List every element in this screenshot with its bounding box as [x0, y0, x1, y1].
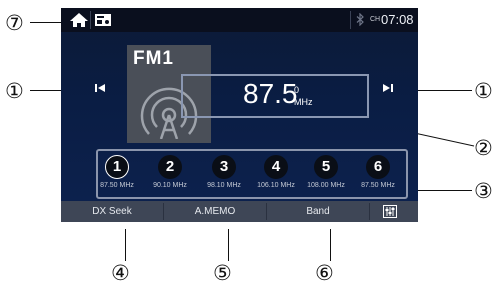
previous-icon	[95, 84, 105, 92]
equalizer-icon	[383, 205, 397, 218]
callout-3-line	[418, 190, 472, 191]
callout-6: ⑥	[315, 261, 334, 285]
preset-4[interactable]: 4 106.10 MHz	[251, 151, 299, 199]
next-icon	[383, 84, 393, 92]
frequency-unit: MHz	[294, 97, 313, 107]
callout-5: ⑤	[213, 261, 232, 285]
callout-7: ⑦	[5, 11, 24, 35]
callout-6-line	[330, 229, 331, 261]
toolbar-divider	[369, 203, 370, 220]
dx-seek-button[interactable]: DX Seek	[61, 201, 163, 222]
callout-1-left: ①	[5, 79, 24, 103]
preset-number: 5	[314, 155, 338, 179]
radio-screen: CH 07:08 FM1 87.5 0 MHz 1 87.50 MHz 2 90	[61, 8, 418, 222]
previous-button[interactable]	[91, 81, 109, 99]
preset-1[interactable]: 1 87.50 MHz	[92, 151, 140, 199]
channel-label: CH	[370, 16, 381, 23]
preset-5[interactable]: 5 108.00 MHz	[301, 151, 349, 199]
clock: 07:08	[381, 12, 414, 27]
frequency-value: 87.5	[243, 78, 298, 109]
callout-3: ③	[474, 179, 493, 203]
preset-number: 3	[212, 155, 236, 179]
source-icon[interactable]	[91, 11, 115, 29]
equalizer-button[interactable]	[371, 202, 411, 221]
home-icon[interactable]	[68, 12, 90, 28]
preset-number: 6	[366, 155, 390, 179]
bottom-toolbar: DX Seek A.MEMO Band	[61, 201, 418, 222]
bluetooth-icon	[356, 13, 364, 26]
frequency-superscript: 0	[294, 85, 300, 95]
callout-4-line	[125, 229, 126, 261]
preset-frequency: 90.10 MHz	[153, 182, 187, 189]
preset-3[interactable]: 3 98.10 MHz	[199, 151, 247, 199]
callout-5-line	[228, 229, 229, 261]
callout-7-line	[30, 22, 61, 23]
status-divider	[350, 11, 351, 29]
callout-1-right: ①	[474, 79, 493, 103]
status-bar: CH 07:08	[61, 8, 418, 32]
band-button[interactable]: Band	[267, 201, 369, 222]
preset-6[interactable]: 6 87.50 MHz	[353, 151, 401, 199]
preset-2[interactable]: 2 90.10 MHz	[145, 151, 193, 199]
preset-frequency: 87.50 MHz	[361, 182, 395, 189]
preset-number: 2	[158, 155, 182, 179]
amemo-button[interactable]: A.MEMO	[164, 201, 266, 222]
band-label: FM1	[133, 48, 174, 69]
callout-4: ④	[111, 261, 130, 285]
next-button[interactable]	[379, 81, 397, 99]
preset-number: 4	[264, 155, 288, 179]
preset-number: 1	[105, 155, 129, 179]
